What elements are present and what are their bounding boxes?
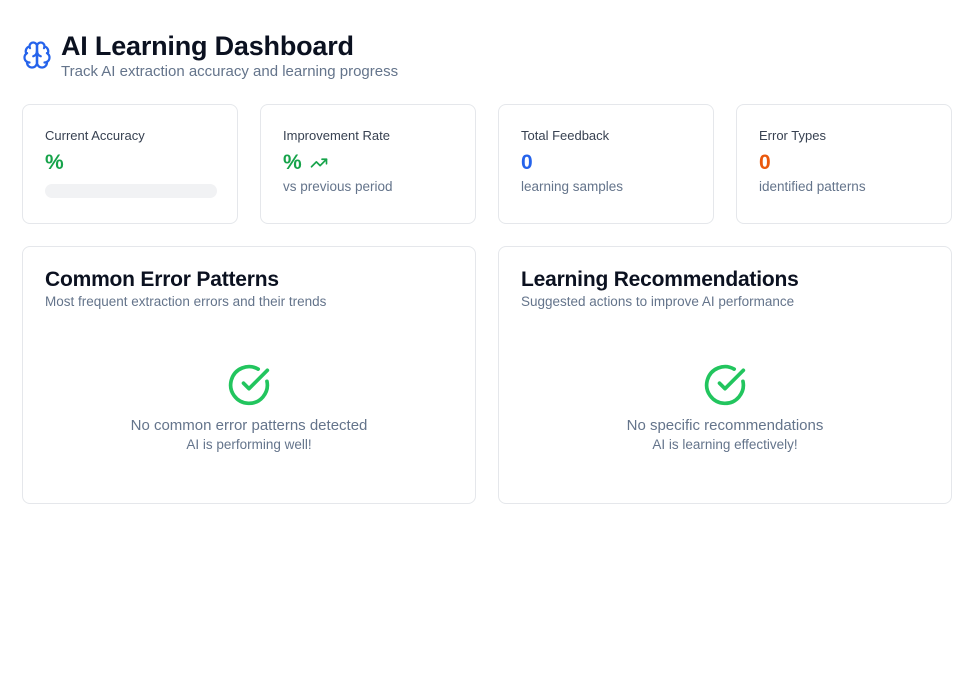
panel-title: Learning Recommendations: [521, 268, 799, 291]
stat-label: Improvement Rate: [283, 128, 390, 143]
stat-label: Total Feedback: [521, 128, 610, 143]
stat-label: Error Types: [759, 128, 826, 143]
page-title: AI Learning Dashboard: [61, 31, 354, 61]
total-feedback-card: Total Feedback 0 learning samples: [498, 104, 714, 224]
stat-caption: identified patterns: [759, 179, 866, 194]
brain-icon: [23, 41, 51, 69]
trending-up-icon: [310, 158, 328, 168]
error-types-count: 0: [759, 151, 771, 174]
error-types-card: Error Types 0 identified patterns: [736, 104, 952, 224]
check-circle-icon: [704, 364, 746, 406]
panel-title: Common Error Patterns: [45, 268, 279, 291]
panels-row: Common Error Patterns Most frequent extr…: [22, 246, 952, 504]
dashboard-page: AI Learning Dashboard Track AI extractio…: [0, 0, 978, 687]
empty-state-title: No common error patterns detected: [130, 417, 368, 434]
empty-state: No common error patterns detected AI is …: [23, 363, 475, 453]
stat-caption: learning samples: [521, 179, 624, 194]
empty-state-subtitle: AI is learning effectively!: [652, 437, 798, 452]
empty-state-title: No specific recommendations: [626, 417, 824, 434]
accuracy-value: %: [45, 151, 64, 174]
common-error-patterns-panel: Common Error Patterns Most frequent extr…: [22, 246, 476, 504]
empty-state: No specific recommendations AI is learni…: [499, 363, 951, 453]
page-header: AI Learning Dashboard Track AI extractio…: [22, 30, 398, 81]
improvement-rate-card: Improvement Rate % vs previous period: [260, 104, 476, 224]
stats-row: Current Accuracy % Improvement Rate % vs…: [22, 104, 952, 224]
current-accuracy-card: Current Accuracy %: [22, 104, 238, 224]
panel-subtitle: Suggested actions to improve AI performa…: [521, 294, 795, 309]
feedback-count: 0: [521, 151, 533, 174]
stat-caption: vs previous period: [283, 179, 393, 194]
panel-subtitle: Most frequent extraction errors and thei…: [45, 294, 327, 309]
check-circle-icon: [228, 364, 270, 406]
empty-state-subtitle: AI is performing well!: [186, 437, 312, 452]
stat-label: Current Accuracy: [45, 128, 145, 143]
page-subtitle: Track AI extraction accuracy and learnin…: [61, 63, 399, 80]
improvement-value: %: [283, 151, 302, 174]
accuracy-progress-bar: [45, 184, 217, 198]
learning-recommendations-panel: Learning Recommendations Suggested actio…: [498, 246, 952, 504]
